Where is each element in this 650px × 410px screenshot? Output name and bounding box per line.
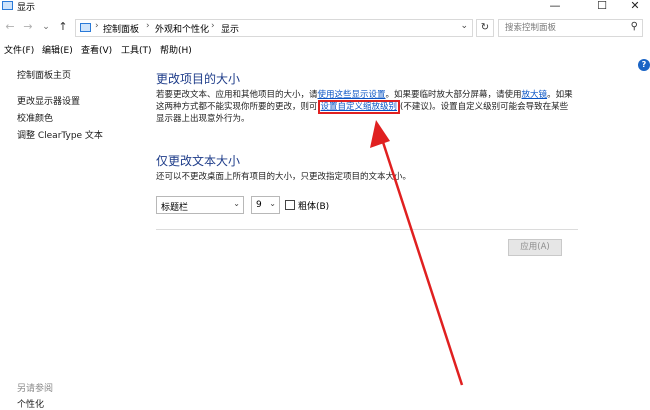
annotation-arrow-head — [370, 120, 390, 148]
annotation-arrow-shaft — [379, 135, 464, 386]
annotation-arrow — [370, 120, 464, 386]
